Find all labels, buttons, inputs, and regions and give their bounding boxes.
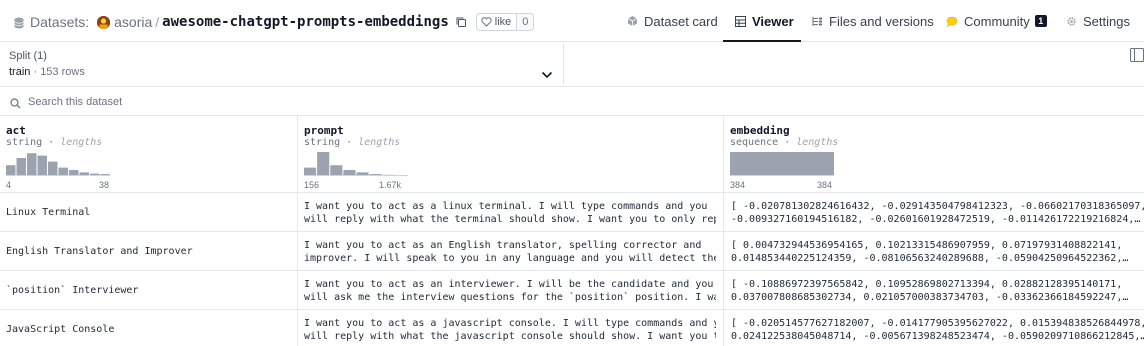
tab-dataset-card[interactable]: Dataset card <box>627 0 718 42</box>
tab-label: Settings <box>1083 13 1130 29</box>
histogram-bar[interactable] <box>304 167 317 176</box>
column-name: act <box>6 124 26 137</box>
column-header-embedding[interactable]: embedding sequence · lengths 384 384 <box>724 116 1144 193</box>
split-row-count: 153 rows <box>40 66 85 78</box>
split-row: Split (1) train · 153 rows <box>0 42 1144 87</box>
table-row[interactable]: Linux Terminal I want you to act as a li… <box>0 193 1144 232</box>
search-input[interactable] <box>28 93 528 111</box>
histogram-bar[interactable] <box>58 167 69 176</box>
column-histogram[interactable] <box>6 152 110 176</box>
cell-prompt[interactable]: I want you to act as a javascript consol… <box>304 310 716 346</box>
community-icon <box>946 16 958 27</box>
cell-embedding[interactable]: [ -0.020781302824616432, -0.029143504798… <box>731 193 1144 232</box>
copy-icon[interactable] <box>455 16 467 28</box>
cell-embedding[interactable]: [ -0.020514577627182007, -0.014177905395… <box>731 310 1144 346</box>
histogram-bar[interactable] <box>16 158 27 176</box>
histogram-bar[interactable] <box>317 152 330 176</box>
column-histogram[interactable] <box>304 152 408 176</box>
cell-prompt[interactable]: I want you to act as an English translat… <box>304 232 716 271</box>
histogram-bar[interactable] <box>37 155 48 176</box>
cell-embedding[interactable]: [ 0.004732944536954165, 0.10213315486907… <box>731 232 1144 271</box>
gear-icon <box>1067 16 1076 26</box>
like-button[interactable]: like 0 <box>475 13 535 31</box>
community-count-badge: 1 <box>1034 15 1047 27</box>
tab-files-and-versions[interactable]: Files and versions <box>812 0 934 42</box>
column-header-prompt[interactable]: prompt string · lengths 156 1.67k <box>298 116 723 193</box>
cell-act[interactable]: Linux Terminal <box>6 193 296 232</box>
table-icon <box>735 15 746 27</box>
table-row[interactable]: English Translator and Improver I want y… <box>0 232 1144 271</box>
histogram-bar[interactable] <box>48 161 58 176</box>
column-type: string · lengths <box>6 137 103 148</box>
section-label: Datasets: <box>30 14 90 30</box>
tab-label: Files and versions <box>829 13 934 29</box>
card-icon <box>627 16 638 26</box>
owner-avatar[interactable] <box>97 15 111 29</box>
histogram-min-label: 384 <box>730 180 746 190</box>
tab-label: Dataset card <box>644 13 718 29</box>
search-icon <box>10 96 21 114</box>
tab-label: Community <box>964 13 1030 29</box>
tab-settings[interactable]: Settings <box>1066 0 1130 42</box>
split-title: Split (1) <box>9 50 47 62</box>
histogram-max-label: 38 <box>99 180 110 190</box>
histogram-max-label: 384 <box>817 180 833 190</box>
files-icon <box>812 16 822 26</box>
column-histogram[interactable] <box>730 152 834 176</box>
cell-act[interactable]: `position` Interviewer <box>6 271 296 310</box>
split-selector[interactable]: Split (1) train · 153 rows <box>0 42 564 87</box>
table-row[interactable]: `position` Interviewer I want you to act… <box>0 271 1144 310</box>
cell-act[interactable]: JavaScript Console <box>6 310 296 346</box>
histogram-min-label: 156 <box>304 180 320 190</box>
repo-header: Datasets: asoria / awesome-chatgpt-promp… <box>0 0 1144 42</box>
panel-toggle-icon[interactable] <box>1128 46 1144 64</box>
breadcrumb-separator: / <box>155 14 160 30</box>
tab-viewer[interactable]: Viewer <box>735 0 794 42</box>
repo-breadcrumb: Datasets: asoria / awesome-chatgpt-promp… <box>14 12 535 32</box>
like-count: 0 <box>516 14 534 30</box>
repo-name[interactable]: awesome-chatgpt-prompts-embeddings <box>162 14 449 30</box>
column-header-act[interactable]: act string · lengths 4 38 <box>0 116 297 193</box>
column-type: string · lengths <box>304 137 401 148</box>
cell-embedding[interactable]: [ -0.10886972397565842, 0.10952869802713… <box>731 271 1144 310</box>
cell-prompt[interactable]: I want you to act as an interviewer. I w… <box>304 271 716 310</box>
owner-link[interactable]: asoria <box>114 14 152 30</box>
histogram-bar[interactable] <box>27 153 37 176</box>
cell-act[interactable]: English Translator and Improver <box>6 232 296 271</box>
dataset-icon <box>14 16 24 29</box>
histogram-bar[interactable] <box>730 152 834 176</box>
split-name: train <box>9 66 31 78</box>
histogram-bar[interactable] <box>6 165 16 176</box>
heart-icon <box>481 17 492 27</box>
tab-label: Viewer <box>752 13 794 29</box>
column-type: sequence · lengths <box>730 137 839 148</box>
search-bar <box>0 87 1144 116</box>
like-label: like <box>494 16 512 28</box>
histogram-max-label: 1.67k <box>379 180 402 190</box>
column-name: embedding <box>730 124 790 137</box>
split-value: train · 153 rows <box>9 66 85 78</box>
chevron-down-icon[interactable] <box>541 66 553 84</box>
table-row[interactable]: JavaScript Console I want you to act as … <box>0 310 1144 346</box>
tab-community[interactable]: Community 1 <box>946 0 1047 42</box>
cell-prompt[interactable]: I want you to act as a linux terminal. I… <box>304 193 716 232</box>
histogram-bar[interactable] <box>330 165 343 176</box>
histogram-min-label: 4 <box>6 180 12 190</box>
column-name: prompt <box>304 124 344 137</box>
